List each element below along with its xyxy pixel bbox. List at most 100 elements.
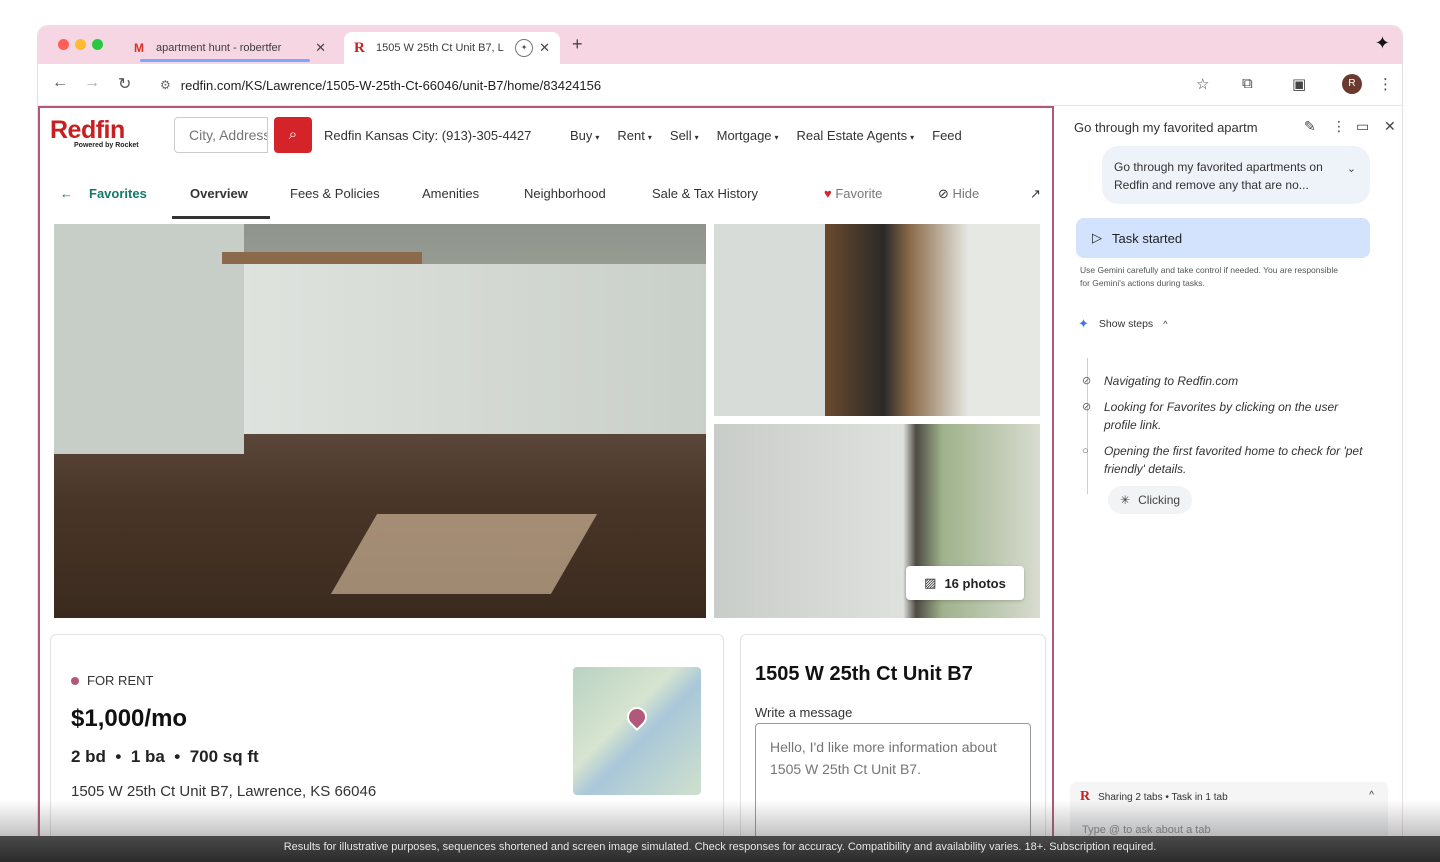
message-label: Write a message	[755, 705, 853, 720]
caret-down-icon: ▾	[647, 133, 652, 142]
profile-avatar[interactable]: R	[1342, 74, 1362, 94]
reload-icon[interactable]: ↻	[118, 74, 131, 94]
search-input[interactable]	[174, 117, 268, 153]
photo-sunlight	[330, 514, 598, 594]
listing-photo-hallway[interactable]	[714, 224, 1040, 416]
image-icon: ▨	[924, 575, 937, 590]
tab-title: apartment hunt - robertfer	[156, 42, 282, 54]
listing-address: 1505 W 25th Ct Unit B7, Lawrence, KS 660…	[71, 783, 377, 800]
redfin-favicon: R	[354, 39, 365, 56]
search-button[interactable]: ⌕	[274, 117, 312, 153]
eye-off-icon: ⊘	[938, 186, 949, 201]
step-item: ○ Opening the first favorited home to ch…	[1082, 444, 1363, 476]
chevron-down-icon[interactable]: ⌄	[1347, 160, 1356, 178]
redfin-favicon: R	[1080, 789, 1091, 804]
user-prompt-bubble: Go through my favorited apartments on Re…	[1102, 146, 1370, 204]
contact-address-title: 1505 W 25th Ct Unit B7	[755, 663, 973, 685]
back-arrow-icon[interactable]: ←	[52, 74, 68, 92]
gmail-icon: M	[134, 41, 144, 55]
extensions-icon[interactable]: ⧉	[1242, 75, 1253, 92]
browser-window: M apartment hunt - robertfer ✕ R 1505 W …	[38, 26, 1402, 862]
url-text: redfin.com/KS/Lawrence/1505-W-25th-Ct-66…	[180, 77, 602, 93]
favorite-button[interactable]: ♥ Favorite	[824, 186, 882, 201]
tab-overview[interactable]: Overview	[190, 186, 248, 201]
nav-agents[interactable]: Real Estate Agents ▾	[797, 128, 915, 143]
tab-sharing-bar[interactable]: R Sharing 2 tabs • Task in 1 tab ^	[1070, 782, 1388, 812]
listing-specs: 2 bd • 1 ba • 700 sq ft	[71, 747, 259, 766]
minimize-window-button[interactable]	[75, 39, 86, 50]
close-window-button[interactable]	[58, 39, 69, 50]
gemini-side-panel: Go through my favorited apartm ✎ ⋮ ▭ ✕ G…	[1056, 106, 1402, 862]
detach-panel-icon[interactable]: ▭	[1356, 118, 1369, 135]
more-options-icon[interactable]: ⋮	[1332, 118, 1346, 135]
nav-rent[interactable]: Rent ▾	[617, 128, 651, 143]
tab-group-indicator	[140, 59, 310, 62]
step-item: ⊘ Looking for Favorites by clicking on t…	[1082, 400, 1339, 432]
contact-card: 1505 W 25th Ct Unit B7 Write a message	[740, 634, 1046, 862]
tab-sale-tax-history[interactable]: Sale & Tax History	[652, 186, 758, 201]
close-tab-icon[interactable]: ✕	[539, 40, 550, 56]
browser-toolbar: ← → ↻ ⚙ redfin.com/KS/Lawrence/1505-W-25…	[38, 64, 1402, 106]
bookmark-star-icon[interactable]: ☆	[1196, 75, 1209, 93]
listing-price: $1,000/mo	[71, 705, 188, 732]
tab-title: 1505 W 25th Ct Unit B7, L	[376, 42, 504, 54]
tab-neighborhood[interactable]: Neighborhood	[524, 186, 606, 201]
nav-feed[interactable]: Feed	[932, 128, 962, 143]
address-bar[interactable]: ⚙ redfin.com/KS/Lawrence/1505-W-25th-Ct-…	[152, 70, 1198, 100]
tab-gmail[interactable]: M apartment hunt - robertfer ✕	[124, 32, 336, 64]
task-status-button[interactable]: ▷ Task started	[1076, 218, 1370, 258]
check-circle-icon: ⊘	[1082, 375, 1092, 387]
side-panel-icon[interactable]: ▣	[1292, 75, 1306, 93]
check-circle-icon: ⊘	[1082, 401, 1092, 413]
caret-down-icon: ▾	[910, 133, 915, 142]
redfin-logo[interactable]: Redfin Powered by Rocket	[50, 116, 139, 149]
view-photos-button[interactable]: ▨ 16 photos	[906, 566, 1024, 600]
current-action-chip: ✳ Clicking	[1108, 486, 1193, 514]
tab-fees-policies[interactable]: Fees & Policies	[290, 186, 380, 201]
circle-icon: ○	[1082, 445, 1089, 457]
chevron-up-icon: ^	[1163, 319, 1168, 329]
main-listing-photo[interactable]	[54, 224, 706, 618]
gemini-disclaimer: Use Gemini carefully and take control if…	[1080, 265, 1338, 288]
hide-button[interactable]: ⊘ Hide	[938, 186, 979, 202]
top-nav: Buy ▾ Rent ▾ Sell ▾ Mortgage ▾ Real Estate A…	[570, 128, 962, 143]
new-chat-icon[interactable]: ✎	[1304, 118, 1316, 135]
back-arrow-icon: ←	[60, 186, 73, 201]
maximize-window-button[interactable]	[92, 39, 103, 50]
share-icon[interactable]: ↗	[1030, 186, 1041, 202]
close-panel-icon[interactable]: ✕	[1384, 118, 1396, 135]
tab-strip: M apartment hunt - robertfer ✕ R 1505 W …	[38, 26, 1402, 64]
close-tab-icon[interactable]: ✕	[315, 40, 326, 56]
photo-wall	[54, 224, 244, 454]
panel-title: Go through my favorited apartm	[1074, 120, 1258, 135]
status-badge: FOR RENT	[71, 673, 153, 688]
active-tab-underline	[172, 216, 270, 219]
show-steps-toggle[interactable]: ✦ Show steps ^	[1078, 316, 1167, 332]
search-icon: ⌕	[288, 126, 298, 143]
disclaimer-footer: Results for illustrative purposes, seque…	[0, 836, 1440, 862]
site-settings-icon[interactable]: ⚙	[160, 78, 171, 92]
nav-mortgage[interactable]: Mortgage ▾	[717, 128, 779, 143]
phone-number[interactable]: Redfin Kansas City: (913)-305-4427	[324, 128, 531, 143]
browser-menu-icon[interactable]: ⋮	[1378, 75, 1393, 93]
tab-amenities[interactable]: Amenities	[422, 186, 479, 201]
heart-icon: ♥	[824, 186, 832, 201]
gemini-acting-icon: ✦	[515, 39, 534, 57]
nav-buy[interactable]: Buy ▾	[570, 128, 599, 143]
tab-redfin[interactable]: R 1505 W 25th Ct Unit B7, L ✦ ✕	[344, 32, 560, 64]
caret-down-icon: ▾	[774, 133, 779, 142]
gemini-sparkle-icon[interactable]: ✦	[1375, 33, 1390, 54]
site-header: Redfin Powered by Rocket ⌕ Redfin Kansas…	[40, 108, 1052, 164]
listing-summary-card: FOR RENT $1,000/mo 2 bd • 1 ba • 700 sq …	[50, 634, 724, 862]
step-item: ⊘ Navigating to Redfin.com	[1082, 374, 1239, 388]
listing-subnav: ← Favorites Overview Fees & Policies Amen…	[40, 168, 1052, 220]
nav-sell[interactable]: Sell ▾	[670, 128, 699, 143]
back-to-favorites-link[interactable]: ← Favorites	[60, 186, 147, 201]
new-tab-button[interactable]: +	[572, 34, 583, 55]
location-map-thumbnail[interactable]	[573, 667, 701, 795]
caret-down-icon: ▾	[694, 133, 699, 142]
photo-wall	[244, 264, 706, 434]
click-cursor-icon: ✳	[1120, 493, 1131, 507]
forward-arrow-icon[interactable]: →	[84, 74, 100, 92]
caret-down-icon: ▾	[595, 133, 600, 142]
